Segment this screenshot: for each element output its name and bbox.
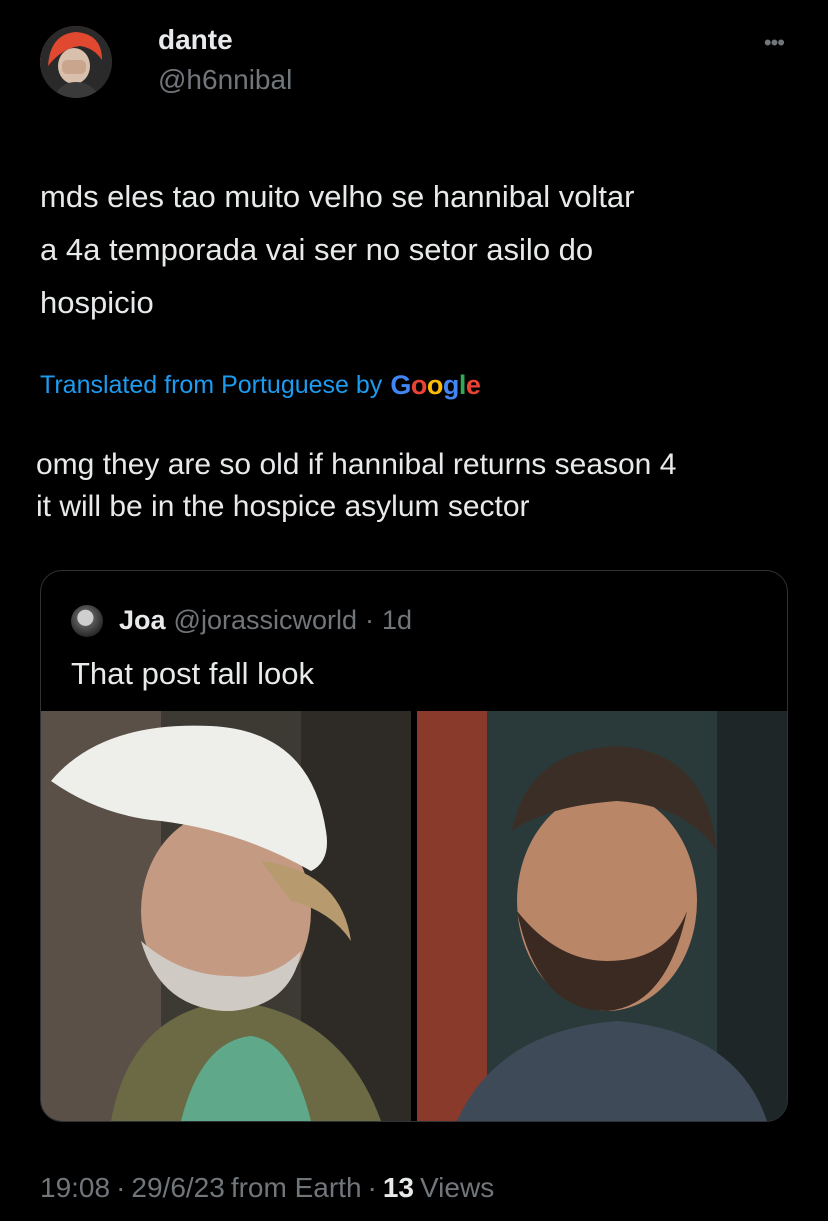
quoted-text: That post fall look: [71, 656, 314, 691]
tweet-meta: 19:08 · 29/6/23 from Earth · 13 Views: [40, 1172, 494, 1204]
translated-text: omg they are so old if hannibal returns …: [36, 448, 677, 523]
views-label: Views: [420, 1172, 495, 1203]
meta-separator: ·: [367, 1172, 377, 1203]
avatar-image: [40, 26, 112, 98]
post-time[interactable]: 19:08: [40, 1172, 110, 1204]
views-count: 13: [382, 1172, 415, 1203]
post-source: from Earth: [230, 1172, 362, 1203]
quoted-author-handle: @jorassicworld: [173, 605, 357, 635]
quoted-header: Joa @jorassicworld · 1d: [119, 605, 412, 636]
quoted-media[interactable]: [41, 711, 787, 1121]
author-avatar[interactable]: [40, 26, 112, 98]
meta-separator: ·: [116, 1172, 126, 1203]
bearded-man-photo[interactable]: [417, 711, 787, 1121]
author-handle[interactable]: @h6nnibal: [158, 64, 292, 96]
quoted-author-name: Joa: [119, 605, 166, 635]
author-display-name[interactable]: dante: [158, 24, 233, 56]
post-date[interactable]: 29/6/23: [131, 1172, 224, 1204]
more-dots-icon[interactable]: •••: [764, 30, 785, 56]
tweet-text: mds eles tao muito velho se hannibal vol…: [40, 179, 635, 320]
translation-attribution[interactable]: Translated from Portuguese by Google: [40, 370, 481, 401]
translated-label: Translated from Portuguese by: [40, 371, 383, 399]
google-logo: Google: [390, 370, 481, 400]
quoted-time: 1d: [381, 605, 413, 635]
quoted-tweet-card[interactable]: Joa @jorassicworld · 1d That post fall l…: [40, 570, 788, 1122]
older-man-white-cap-photo[interactable]: [41, 711, 411, 1121]
quoted-author-avatar: [71, 605, 103, 637]
quoted-separator: ·: [364, 605, 374, 635]
